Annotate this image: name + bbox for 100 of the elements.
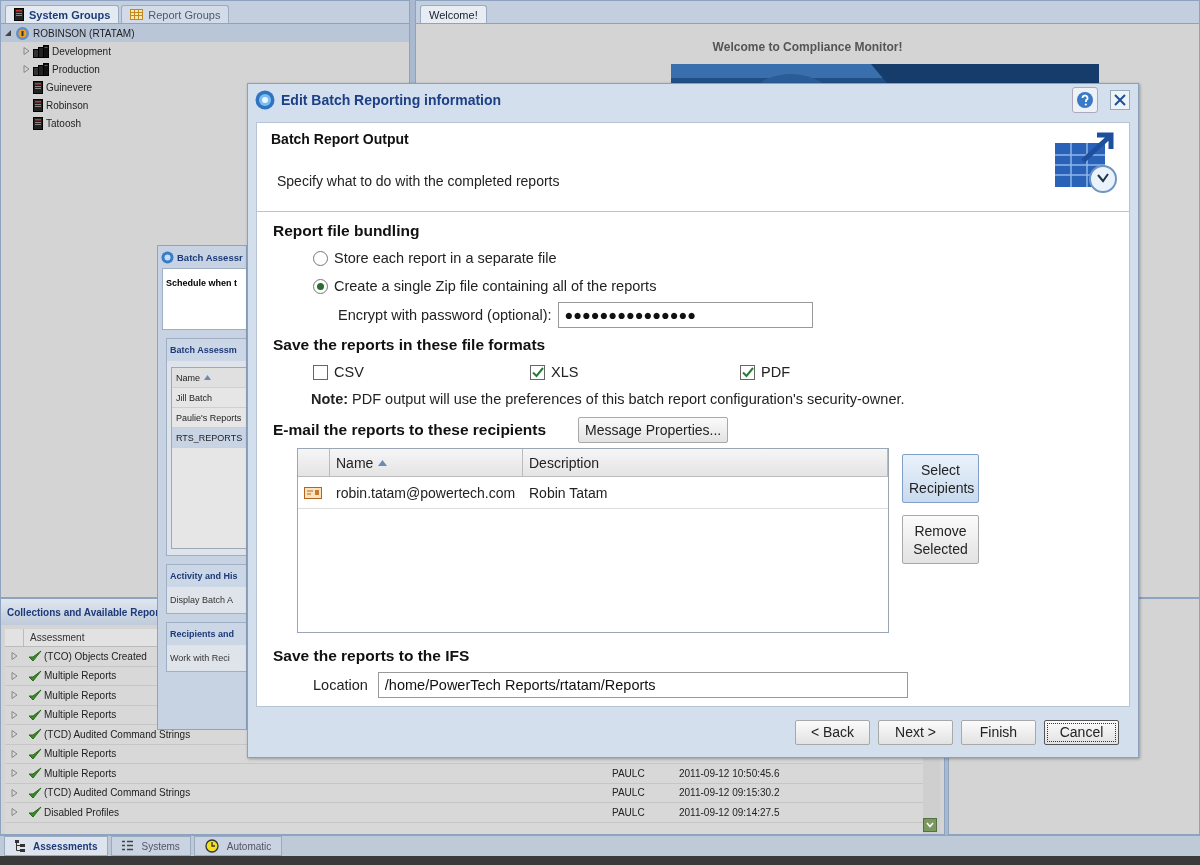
app-icon <box>255 90 275 110</box>
tree-item[interactable]: ROBINSON (RTATAM) <box>33 27 135 39</box>
expand-icon[interactable] <box>11 730 18 739</box>
checkbox[interactable] <box>313 364 328 380</box>
collapse-icon[interactable] <box>5 29 12 37</box>
note-text: Note: PDF output will use the preferences of this batch report configuration's security-owner. <box>311 391 905 407</box>
server-icon <box>33 116 43 130</box>
expand-icon[interactable] <box>23 47 30 55</box>
radio-label[interactable]: Create a single Zip file containing all of the reports <box>334 278 657 294</box>
check-icon <box>28 689 42 702</box>
tab[interactable]: System Groups <box>5 5 120 23</box>
expand-icon[interactable] <box>11 769 18 778</box>
tab[interactable]: Systems <box>111 836 191 856</box>
check-icon <box>28 767 42 780</box>
expand-icon[interactable] <box>11 710 18 719</box>
scroll-down-button[interactable] <box>923 818 937 832</box>
section-title: Batch Assessm <box>167 339 246 361</box>
message-properties-button[interactable]: Message Properties... <box>578 417 729 443</box>
table-cell: (TCD) Audited Command Strings <box>44 787 191 799</box>
table-cell: Multiple Reports <box>44 670 117 682</box>
remove-selected-button[interactable]: Remove Selected <box>902 515 979 564</box>
close-button[interactable] <box>1110 90 1130 110</box>
table-cell: Multiple Reports <box>44 689 117 701</box>
dialog-title: Batch Assessr <box>177 251 243 263</box>
location-field[interactable]: /home/PowerTech Reports/rtatam/Reports <box>377 672 908 698</box>
table-cell-text: robin.tatam@powertech.com <box>335 483 517 503</box>
system-icon <box>15 25 30 41</box>
dialog-button[interactable]: < Back <box>795 719 870 745</box>
checkbox[interactable] <box>530 364 545 380</box>
column-header[interactable]: Name <box>176 372 200 383</box>
tab[interactable]: Report Groups <box>121 5 230 23</box>
check-icon <box>28 806 42 819</box>
check-icon <box>28 669 42 682</box>
table-cell: (TCD) Audited Command Strings <box>44 728 191 740</box>
servers-icon <box>33 44 49 58</box>
clock-icon <box>204 839 219 853</box>
check-icon <box>28 650 42 663</box>
expand-icon[interactable] <box>11 652 18 661</box>
table-cell: Multiple Reports <box>44 709 117 721</box>
dialog-button[interactable]: Finish <box>961 719 1036 745</box>
section-heading: E-mail the reports to these recipients <box>273 420 547 440</box>
tree-item[interactable]: Guinevere <box>46 81 93 93</box>
radio-button[interactable] <box>313 278 328 294</box>
table-icon <box>130 9 144 20</box>
page-title: Batch Report Output <box>271 131 410 147</box>
welcome-heading: Welcome to Compliance Monitor! <box>711 40 904 54</box>
expand-icon[interactable] <box>11 671 18 680</box>
app-icon <box>161 250 174 264</box>
select-recipients-button[interactable]: Select Recipients <box>902 454 979 503</box>
password-field[interactable]: ●●●●●●●●●●●●●●● <box>557 302 813 328</box>
field-label: Location <box>313 677 368 693</box>
section-title: Recipients and <box>167 623 246 645</box>
server-icon <box>33 80 43 94</box>
column-header[interactable]: Name <box>336 454 374 471</box>
radio-button[interactable] <box>313 250 328 266</box>
table-cell: 2011-09-12 10:50:45.6 <box>679 767 780 779</box>
tab[interactable]: Automatic <box>193 836 283 856</box>
tab[interactable]: Welcome! <box>420 5 487 23</box>
dialog-title: Edit Batch Reporting information <box>281 92 503 108</box>
help-button[interactable] <box>1072 87 1098 113</box>
server-icon <box>33 98 43 112</box>
tab[interactable]: Assessments <box>4 836 109 856</box>
check-icon <box>28 747 42 760</box>
expand-icon[interactable] <box>11 691 18 700</box>
checkbox-label[interactable]: PDF <box>761 364 790 380</box>
server-icon <box>14 8 24 21</box>
table-cell: Multiple Reports <box>44 767 117 779</box>
page-subtitle: Specify what to do with the completed reports <box>276 173 561 189</box>
check-icon <box>28 728 42 741</box>
report-schedule-icon <box>1053 131 1119 195</box>
list-row[interactable]: Jill Batch <box>172 388 246 408</box>
expand-icon[interactable] <box>11 788 18 797</box>
table-cell: PAULC <box>612 787 645 799</box>
table-cell: PAULC <box>612 767 645 779</box>
expand-icon[interactable] <box>11 808 18 817</box>
tree-item[interactable]: Development <box>52 45 111 57</box>
radio-label[interactable]: Store each report in a separate file <box>334 250 557 266</box>
table-cell: Disabled Profiles <box>44 806 120 818</box>
section-heading: Save the reports to the IFS <box>273 646 471 666</box>
table-cell: PAULC <box>612 806 645 818</box>
table-cell: Multiple Reports <box>44 748 117 760</box>
dialog-button[interactable]: Next > <box>878 719 953 745</box>
checkbox-label[interactable]: CSV <box>334 364 364 380</box>
tree-icon <box>15 840 25 852</box>
dialog-button[interactable]: Cancel <box>1044 719 1119 745</box>
list-row[interactable]: RTS_REPORTS <box>172 428 246 448</box>
tree-item[interactable]: Robinson <box>46 99 89 111</box>
list-icon <box>122 840 134 852</box>
checkbox-label[interactable]: XLS <box>551 364 579 380</box>
column-header[interactable]: Description <box>529 454 600 471</box>
check-icon <box>28 786 42 799</box>
tree-item[interactable]: Tatoosh <box>46 117 82 129</box>
column-header[interactable]: Assessment <box>24 632 85 643</box>
address-card-icon <box>304 486 322 499</box>
table-cell: 2011-09-12 09:14:27.5 <box>679 806 780 818</box>
instruction-text: Schedule when t <box>162 268 246 330</box>
expand-icon[interactable] <box>11 749 18 758</box>
tree-item[interactable]: Production <box>52 63 100 75</box>
checkbox[interactable] <box>740 364 755 380</box>
expand-icon[interactable] <box>23 65 30 73</box>
